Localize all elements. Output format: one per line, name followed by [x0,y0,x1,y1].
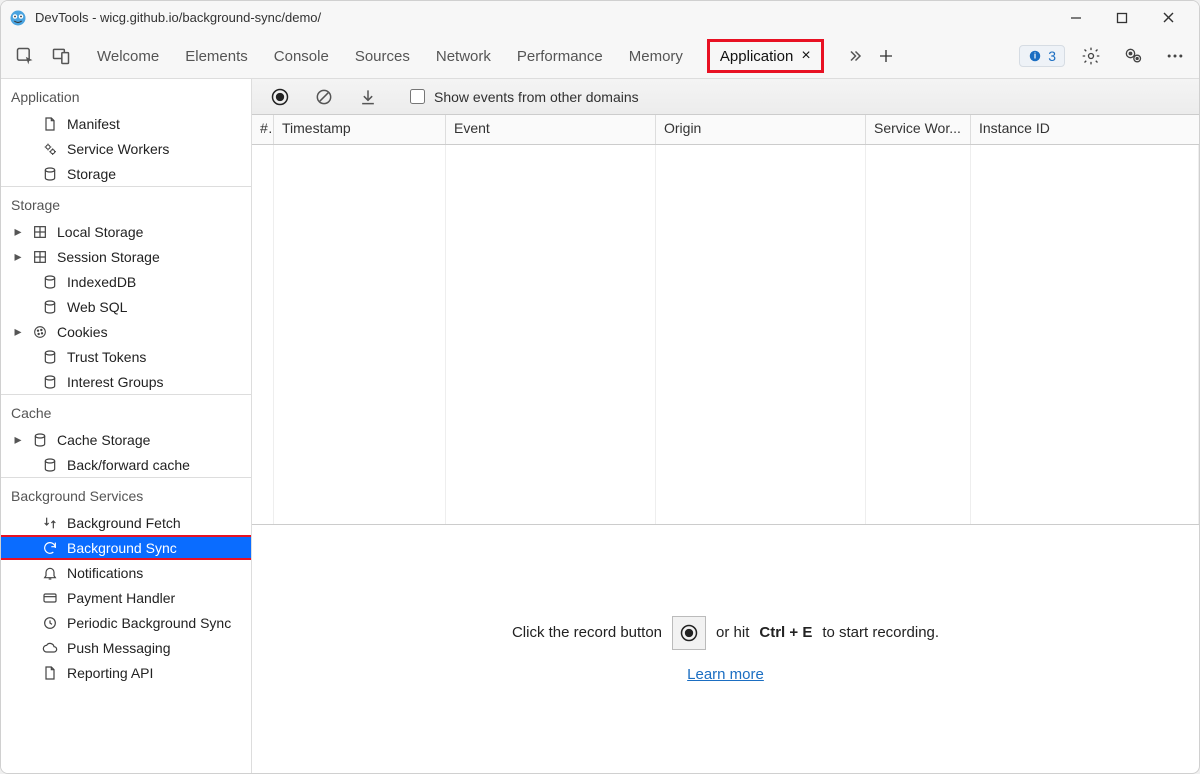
sidebar-item-websql[interactable]: Web SQL [1,294,251,319]
group-background-services: Background Services [1,477,251,510]
hint-line: Click the record button or hit Ctrl + E … [512,616,939,650]
tab-console[interactable]: Console [272,39,331,73]
sidebar-item-interest-groups[interactable]: Interest Groups [1,369,251,394]
learn-more-link[interactable]: Learn more [687,666,764,683]
tab-network[interactable]: Network [434,39,493,73]
col-event[interactable]: Event [446,115,656,144]
table-header-row: # Timestamp Event Origin Service Wor... … [252,115,1199,145]
record-button[interactable] [264,81,296,113]
tab-elements[interactable]: Elements [183,39,250,73]
more-tabs-icon[interactable] [838,40,870,72]
tab-memory[interactable]: Memory [627,39,685,73]
show-other-domains-checkbox[interactable]: Show events from other domains [406,86,639,107]
sidebar-item-service-workers[interactable]: Service Workers [1,136,251,161]
table-body-empty [252,145,1199,524]
window-maximize-button[interactable] [1099,1,1145,34]
tab-application[interactable]: Application × [707,39,824,73]
caret-right-icon: ▸ [13,248,23,265]
sidebar-item-periodic-sync[interactable]: Periodic Background Sync [1,610,251,635]
file-icon [41,115,59,133]
sidebar-item-storage[interactable]: Storage [1,161,251,186]
sidebar-item-payment-handler[interactable]: Payment Handler [1,585,251,610]
credit-card-icon [41,589,59,607]
sidebar-item-background-fetch[interactable]: Background Fetch [1,510,251,535]
sidebar-item-manifest[interactable]: Manifest [1,111,251,136]
issues-count: 3 [1048,48,1056,64]
window-minimize-button[interactable] [1053,1,1099,34]
sidebar-item-cookies[interactable]: ▸Cookies [1,319,251,344]
events-table: # Timestamp Event Origin Service Wor... … [252,115,1199,525]
application-sidebar[interactable]: Application Manifest Service Workers Sto… [1,79,252,773]
sidebar-item-cache-storage[interactable]: ▸Cache Storage [1,427,251,452]
database-icon [41,273,59,291]
more-options-icon[interactable] [1159,40,1191,72]
group-cache: Cache [1,394,251,427]
content-area: Application Manifest Service Workers Sto… [1,79,1199,773]
database-icon [41,456,59,474]
feedback-icon[interactable] [1117,40,1149,72]
caret-right-icon: ▸ [13,223,23,240]
window-title: DevTools - wicg.github.io/background-syn… [35,10,321,25]
events-toolbar: Show events from other domains [252,79,1199,115]
cookie-icon [31,323,49,341]
col-origin[interactable]: Origin [656,115,866,144]
col-instance-id[interactable]: Instance ID [971,115,1199,144]
tab-welcome[interactable]: Welcome [95,39,161,73]
database-icon [41,373,59,391]
svg-text:i: i [1034,51,1036,60]
devtools-window: DevTools - wicg.github.io/background-syn… [0,0,1200,774]
database-icon [41,165,59,183]
empty-state-hint: Click the record button or hit Ctrl + E … [252,525,1199,773]
devtools-tabs-bar: Welcome Elements Console Sources Network… [1,34,1199,79]
inspect-element-icon[interactable] [9,40,41,72]
keyboard-shortcut: Ctrl + E [759,624,812,641]
record-chip-icon [672,616,706,650]
sidebar-item-background-sync[interactable]: Background Sync [1,535,251,560]
title-bar: DevTools - wicg.github.io/background-syn… [1,1,1199,34]
sidebar-item-session-storage[interactable]: ▸Session Storage [1,244,251,269]
grid-icon [31,248,49,266]
device-emulation-icon[interactable] [45,40,77,72]
file-icon [41,664,59,682]
clock-icon [41,614,59,632]
gears-icon [41,140,59,158]
col-service-worker[interactable]: Service Wor... [866,115,971,144]
sidebar-item-bfcache[interactable]: Back/forward cache [1,452,251,477]
swap-icon [41,514,59,532]
settings-icon[interactable] [1075,40,1107,72]
devtools-app-icon [9,9,27,27]
tab-performance[interactable]: Performance [515,39,605,73]
database-icon [41,298,59,316]
bell-icon [41,564,59,582]
caret-right-icon: ▸ [13,431,23,448]
close-tab-icon[interactable]: × [801,48,810,64]
caret-right-icon: ▸ [13,323,23,340]
download-button[interactable] [352,81,384,113]
window-close-button[interactable] [1145,1,1191,34]
sync-icon [41,539,59,557]
sidebar-item-notifications[interactable]: Notifications [1,560,251,585]
issues-chip[interactable]: i 3 [1019,45,1065,67]
sidebar-item-trust-tokens[interactable]: Trust Tokens [1,344,251,369]
grid-icon [31,223,49,241]
tab-sources[interactable]: Sources [353,39,412,73]
group-storage: Storage [1,186,251,219]
sidebar-item-indexeddb[interactable]: IndexedDB [1,269,251,294]
sidebar-item-local-storage[interactable]: ▸Local Storage [1,219,251,244]
group-application: Application [1,79,251,111]
sidebar-item-push-messaging[interactable]: Push Messaging [1,635,251,660]
tab-application-label: Application [720,48,793,65]
devtools-panel-tabs: Welcome Elements Console Sources Network… [95,34,824,78]
database-icon [31,431,49,449]
show-other-domains-input[interactable] [410,89,425,104]
sidebar-item-reporting-api[interactable]: Reporting API [1,660,251,685]
database-icon [41,348,59,366]
col-index[interactable]: # [252,115,274,144]
main-panel: Show events from other domains # Timesta… [252,79,1199,773]
add-tab-icon[interactable] [870,40,902,72]
clear-button[interactable] [308,81,340,113]
cloud-icon [41,639,59,657]
col-timestamp[interactable]: Timestamp [274,115,446,144]
